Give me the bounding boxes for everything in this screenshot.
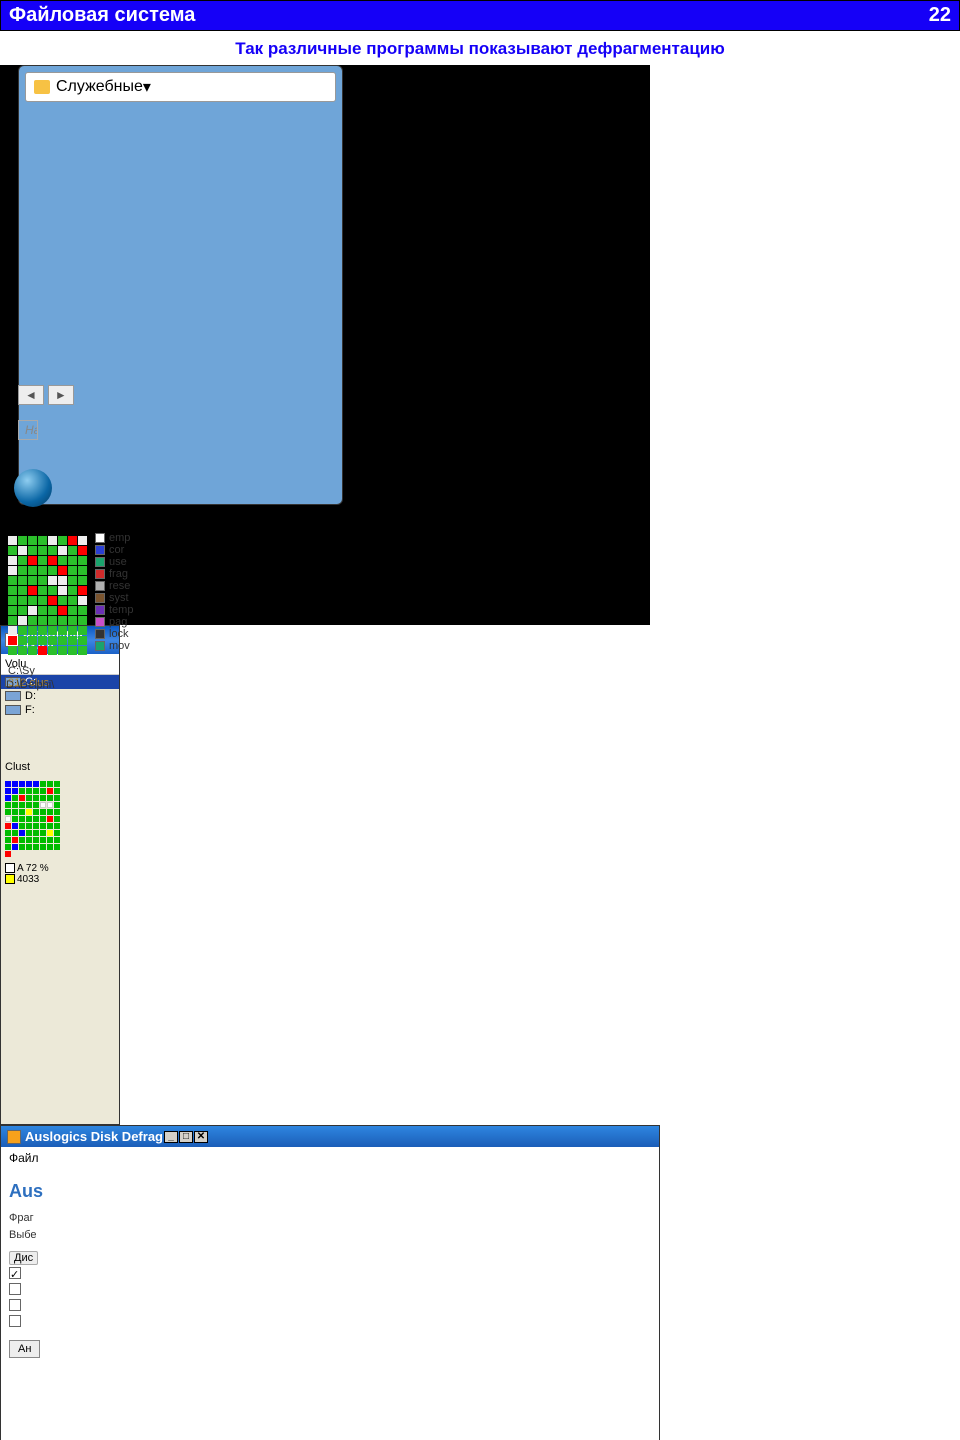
window-vista-start: Служебные ▾ — [18, 65, 343, 505]
disks-tab[interactable]: Дис — [9, 1251, 38, 1265]
legend-item: pag — [95, 616, 133, 628]
disk-check-row[interactable]: ✓ — [9, 1265, 651, 1281]
drive-icon — [5, 705, 21, 715]
auslogics-map — [8, 536, 87, 655]
drive-icon — [5, 691, 21, 701]
window-stack: Служебные ▾ ◄ ► Най UltraDefrag v3.0.0 V… — [0, 65, 960, 695]
drive-row-d[interactable]: D: — [1, 689, 119, 703]
drive-label: F: — [25, 704, 35, 716]
legend-item: emp — [95, 532, 133, 544]
legend-item: rese — [95, 580, 133, 592]
legend-item: cor — [95, 544, 133, 556]
drive-label: D: — [25, 690, 36, 702]
stat-free: A 72 % — [17, 863, 49, 874]
checkbox[interactable]: ✓ — [9, 1267, 21, 1279]
start-orb-icon[interactable] — [14, 469, 52, 507]
checkbox[interactable] — [9, 1315, 21, 1327]
minimize-button[interactable]: _ — [164, 1131, 178, 1143]
path-label: C:\Sy — [8, 659, 87, 677]
legend-item: syst — [95, 592, 133, 604]
window-ultradefrag: UltraDefrag v3.0.0 Volu C: D: F: Clust A… — [0, 625, 120, 1125]
folder-name: Служебные — [56, 78, 143, 96]
legend-item: use — [95, 556, 133, 568]
menu-file[interactable]: Файл — [1, 1147, 659, 1169]
text-line: Выбе — [9, 1227, 651, 1244]
search-input[interactable]: Най — [18, 420, 38, 440]
cluster-map-label: Clust — [1, 757, 119, 777]
disk-check-row[interactable] — [9, 1297, 651, 1313]
folder-dropdown[interactable]: Служебные ▾ — [25, 72, 336, 102]
auslogics-legend: empcorusefragresesysttemppaglockmov — [95, 532, 133, 677]
stat-frag: 4033 — [17, 874, 39, 885]
slide-page-number: 22 — [929, 4, 951, 27]
slide-subtitle: Так различные программы показывают дефра… — [0, 31, 960, 65]
legend-item: mov — [95, 640, 133, 652]
disk-check-row[interactable] — [9, 1313, 651, 1329]
maximize-button[interactable]: □ — [179, 1131, 193, 1143]
back-button[interactable]: ◄ — [18, 385, 44, 405]
vista-nav: ◄ ► — [18, 385, 74, 405]
close-button[interactable]: ✕ — [194, 1131, 208, 1143]
chevron-down-icon: ▾ — [143, 77, 151, 97]
title-text: Auslogics Disk Defrag — [25, 1129, 163, 1144]
legend-item: temp — [95, 604, 133, 616]
forward-button[interactable]: ► — [48, 385, 74, 405]
path-bar: D:\Delphi\ — [6, 679, 54, 691]
cluster-map — [5, 781, 115, 857]
disk-check-row[interactable] — [9, 1281, 651, 1297]
slide-title: Файловая система — [9, 4, 195, 27]
titlebar-auslogics[interactable]: Auslogics Disk Defrag _ □ ✕ — [1, 1126, 659, 1147]
auslogics-heading: Aus — [9, 1181, 651, 1202]
checkbox[interactable] — [9, 1299, 21, 1311]
analyze-button[interactable]: Ан — [9, 1340, 40, 1358]
drive-row-f[interactable]: F: — [1, 703, 119, 717]
checkbox[interactable] — [9, 1283, 21, 1295]
folder-icon — [34, 80, 50, 94]
slide-header: Файловая система 22 — [0, 0, 960, 31]
app-icon — [7, 1130, 21, 1144]
window-auslogics: Auslogics Disk Defrag _ □ ✕ Файл Aus Фра… — [0, 1125, 660, 1440]
text-line: Фраг — [9, 1210, 651, 1227]
stats: A 72 % 4033 — [1, 861, 119, 887]
footer-count: 312 clus — [8, 677, 952, 689]
legend-item: lock — [95, 628, 133, 640]
legend-item: frag — [95, 568, 133, 580]
